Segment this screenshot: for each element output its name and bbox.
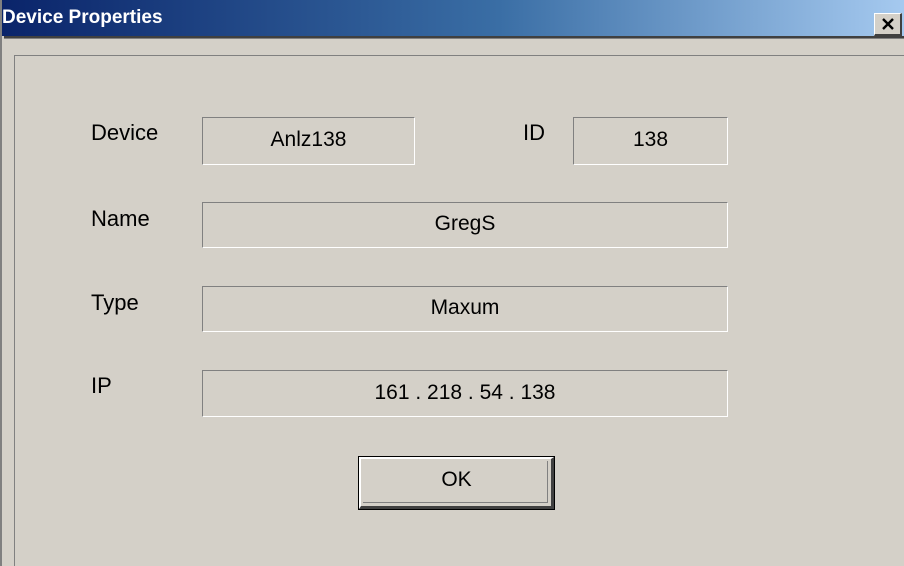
name-field[interactable]: GregS — [202, 202, 728, 248]
ok-button[interactable]: OK — [358, 456, 555, 510]
device-properties-dialog: Device Properties Device Anlz138 ID 138 … — [0, 0, 904, 566]
device-label: Device — [91, 120, 159, 145]
title-bar[interactable]: Device Properties — [2, 0, 904, 36]
close-icon — [881, 17, 895, 31]
divider — [4, 38, 904, 39]
window-title: Device Properties — [2, 7, 163, 28]
ok-button-label: OK — [441, 468, 472, 491]
close-button[interactable] — [874, 13, 902, 36]
ip-label: IP — [91, 373, 112, 398]
divider — [14, 55, 15, 566]
id-label: ID — [523, 120, 545, 145]
name-label: Name — [91, 206, 150, 231]
id-field[interactable]: 138 — [573, 117, 728, 165]
type-field[interactable]: Maxum — [202, 286, 728, 332]
type-label: Type — [91, 290, 139, 315]
device-field[interactable]: Anlz138 — [202, 117, 415, 165]
divider — [14, 55, 904, 56]
ip-address-field[interactable]: 161 . 218 . 54 . 138 — [202, 370, 728, 417]
